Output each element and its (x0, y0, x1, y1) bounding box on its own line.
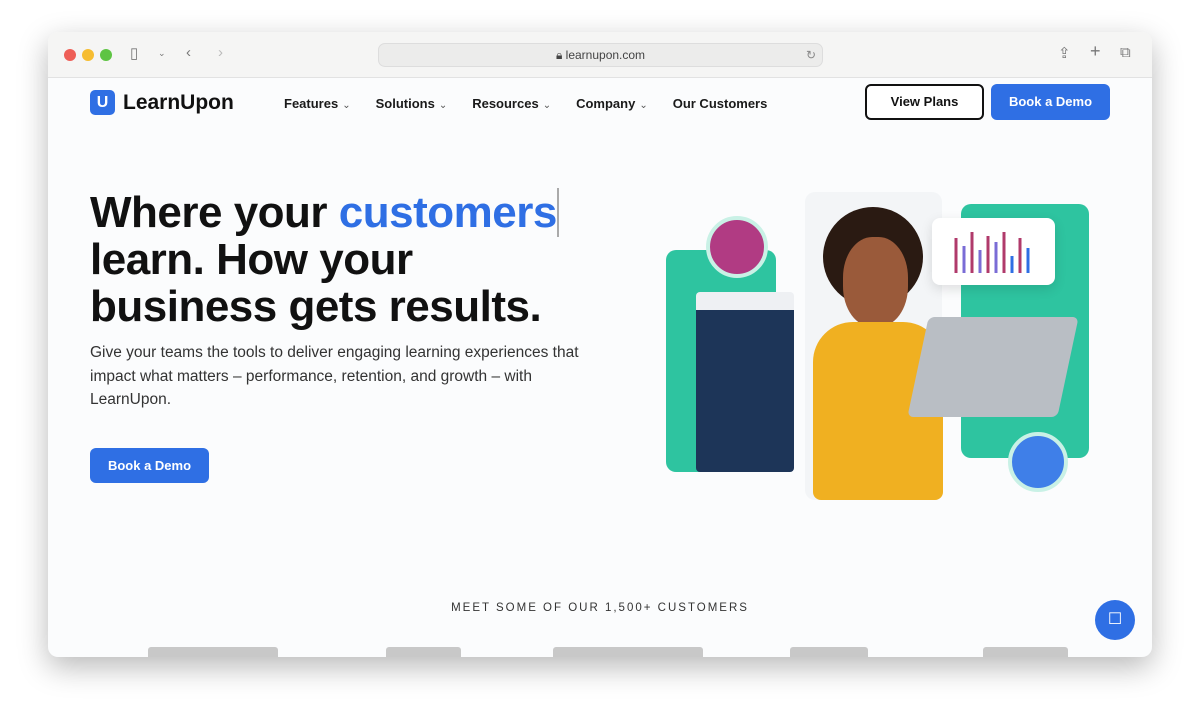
customer-logo (386, 647, 461, 657)
logo[interactable]: U LearnUpon (90, 90, 234, 115)
logo-icon: U (90, 90, 115, 115)
customers-heading: MEET SOME OF OUR 1,500+ CUSTOMERS (451, 602, 749, 614)
title-part: business gets results. (90, 282, 542, 331)
book-demo-nav-button[interactable]: Book a Demo (991, 84, 1110, 120)
nav-solutions[interactable]: Solutions ⌄ (376, 96, 448, 111)
laptop (907, 317, 1079, 417)
browser-window: ▯ ⌄ ‹ › 🔒︎ learnupon.com ↻ ⇪ + ⧉ U LearnUp… (48, 32, 1152, 657)
avatar (1008, 432, 1068, 492)
book-demo-hero-button[interactable]: Book a Demo (90, 448, 209, 483)
url-text: learnupon.com (565, 48, 646, 62)
nav-label: Company (576, 96, 636, 111)
nav-label: Features (284, 96, 339, 111)
maximize-button[interactable] (100, 49, 112, 61)
title-part: Where your (90, 188, 339, 237)
back-icon[interactable]: ‹ (186, 44, 191, 61)
close-button[interactable] (64, 49, 76, 61)
chevron-down-icon: ⌄ (542, 100, 552, 111)
title-accent: customers (338, 188, 559, 237)
browser-toolbar: ▯ ⌄ ‹ › 🔒︎ learnupon.com ↻ ⇪ + ⧉ (48, 32, 1152, 78)
customer-logo (983, 647, 1068, 657)
nav-our-customers[interactable]: Our Customers (673, 96, 768, 111)
customer-logo (553, 647, 703, 657)
reload-icon[interactable]: ↻ (806, 44, 816, 66)
chevron-down-icon[interactable]: ⌄ (158, 48, 166, 59)
lock-icon: 🔒︎ (555, 48, 566, 62)
tabs-icon[interactable]: ⧉ (1120, 44, 1131, 61)
app-screenshot (696, 292, 794, 472)
minimize-button[interactable] (82, 49, 94, 61)
customer-logo (790, 647, 868, 657)
nav-features[interactable]: Features ⌄ (284, 96, 351, 111)
nav-resources[interactable]: Resources ⌄ (472, 96, 551, 111)
main-nav: Features ⌄ Solutions ⌄ Resources ⌄ Company ⌄… (284, 96, 767, 111)
bar-chart-card (932, 218, 1055, 285)
chevron-down-icon: ⌄ (438, 100, 448, 111)
share-icon[interactable]: ⇪ (1058, 44, 1071, 62)
chevron-down-icon: ⌄ (342, 100, 351, 111)
avatar (706, 216, 768, 278)
chat-icon: ☐ (1107, 611, 1123, 628)
chat-button[interactable]: ☐ (1095, 600, 1135, 640)
nav-label: Resources (472, 96, 539, 111)
bar-chart-icon (954, 232, 1030, 273)
nav-label: Solutions (375, 96, 435, 111)
hero-subtitle: Give your teams the tools to deliver eng… (90, 344, 579, 408)
forward-icon[interactable]: › (218, 44, 223, 61)
person-face (843, 237, 908, 327)
address-bar[interactable]: 🔒︎ learnupon.com ↻ (378, 43, 823, 67)
hero-title: Where your customers learn. How your busin… (90, 188, 559, 331)
customer-logo (148, 647, 278, 657)
view-plans-button[interactable]: View Plans (865, 84, 984, 120)
title-part: learn. How your (90, 235, 413, 284)
logo-text: LearnUpon (123, 90, 234, 114)
nav-company[interactable]: Company ⌄ (576, 96, 648, 111)
chevron-down-icon: ⌄ (639, 100, 648, 111)
new-tab-icon[interactable]: + (1090, 41, 1101, 62)
nav-label: Our Customers (672, 96, 768, 111)
sidebar-icon[interactable]: ▯ (130, 44, 138, 62)
